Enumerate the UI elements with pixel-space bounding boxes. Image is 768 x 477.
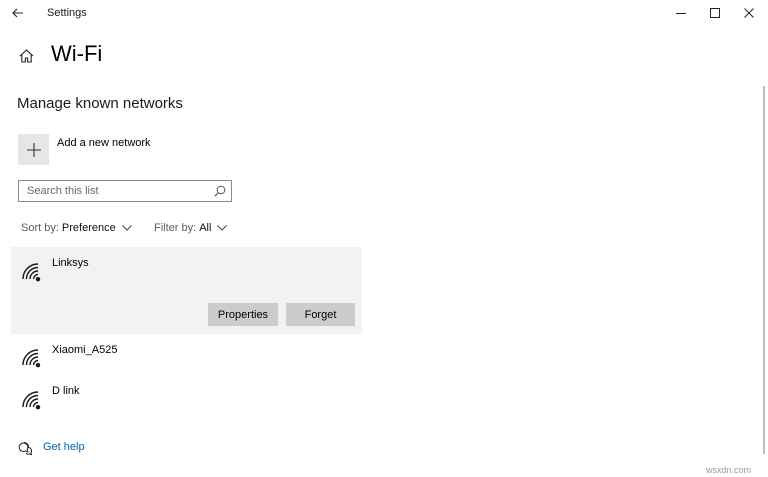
sort-dropdown[interactable]: Sort by: Preference xyxy=(21,222,132,234)
filter-label: Filter by: xyxy=(154,222,197,234)
window-title: Settings xyxy=(47,7,87,19)
maximize-icon xyxy=(710,8,720,18)
add-network-button[interactable] xyxy=(18,134,49,165)
get-help-link[interactable]: Get help xyxy=(43,441,85,453)
search-box[interactable] xyxy=(18,180,232,202)
close-icon xyxy=(744,8,754,18)
forget-button[interactable]: Forget xyxy=(286,303,355,326)
wifi-secured-icon xyxy=(22,263,41,282)
sort-value: Preference xyxy=(61,222,116,234)
section-title: Manage known networks xyxy=(17,95,183,112)
chevron-down-icon xyxy=(121,225,132,231)
wifi-secured-icon xyxy=(22,349,41,368)
help-chat-icon xyxy=(18,442,32,456)
chevron-down-icon xyxy=(217,225,228,231)
scrollbar[interactable] xyxy=(763,86,765,454)
network-item-xiaomi[interactable]: Xiaomi_A525 xyxy=(11,337,362,377)
wifi-secured-icon xyxy=(22,391,41,410)
home-button[interactable] xyxy=(14,45,38,67)
back-button[interactable] xyxy=(6,2,30,24)
search-icon[interactable] xyxy=(214,185,226,197)
filter-value: All xyxy=(199,222,212,234)
back-arrow-icon xyxy=(12,8,23,18)
sort-label: Sort by: xyxy=(21,222,59,234)
minimize-button[interactable] xyxy=(664,0,698,26)
maximize-button[interactable] xyxy=(698,0,732,26)
close-button[interactable] xyxy=(732,0,766,26)
network-name: D link xyxy=(52,385,80,397)
network-name: Linksys xyxy=(52,257,89,269)
watermark: wsxdn.com xyxy=(706,465,752,475)
properties-button[interactable]: Properties xyxy=(208,303,278,326)
minimize-icon xyxy=(676,13,686,14)
plus-icon xyxy=(26,142,41,157)
add-network-label[interactable]: Add a new network xyxy=(57,137,151,149)
filter-dropdown[interactable]: Filter by: All xyxy=(154,222,228,234)
network-name: Xiaomi_A525 xyxy=(52,344,118,356)
network-item-dlink[interactable]: D link xyxy=(11,378,362,418)
network-item-linksys[interactable]: Linksys Properties Forget xyxy=(11,247,362,334)
page-title: Wi-Fi xyxy=(51,41,103,66)
home-icon xyxy=(19,49,33,63)
search-input[interactable] xyxy=(19,181,207,201)
title-bar xyxy=(0,0,768,26)
